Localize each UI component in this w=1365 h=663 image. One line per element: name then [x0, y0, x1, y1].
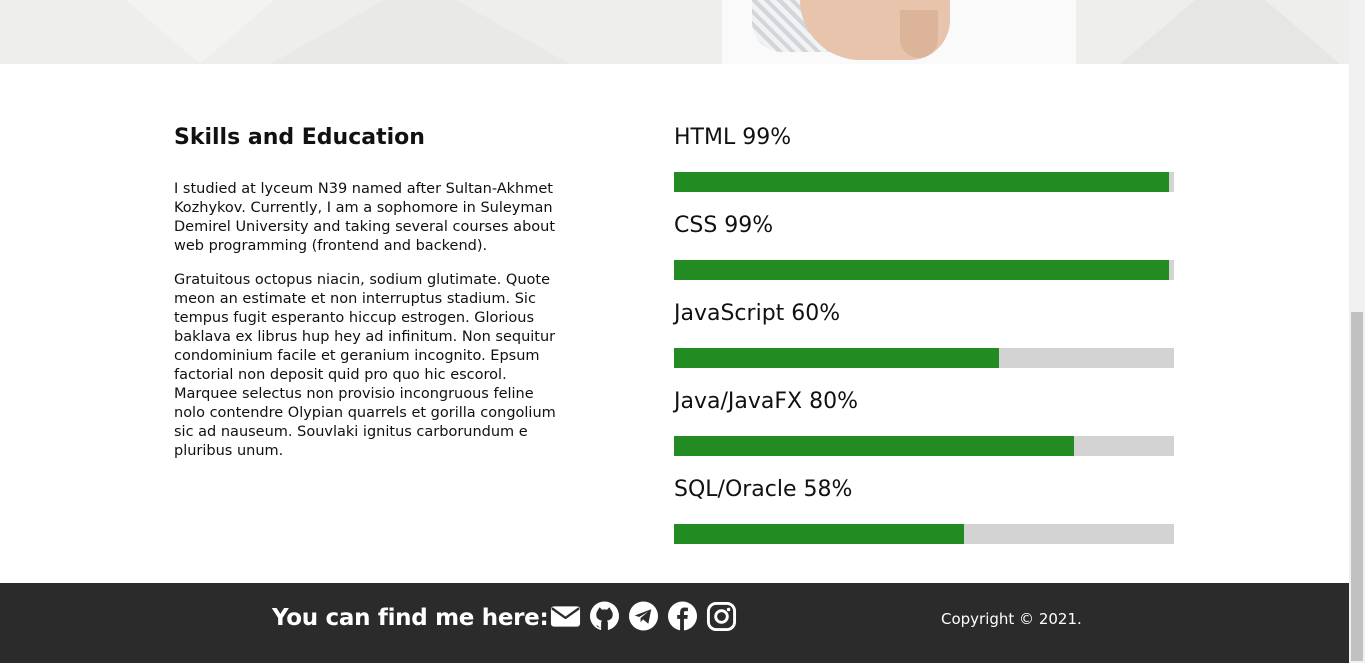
instagram-icon[interactable]: [706, 600, 737, 632]
skill-bar-track: [674, 348, 1174, 368]
footer: You can find me here: Copyright © 2021.: [0, 583, 1349, 663]
skill-bar-fill: [674, 436, 1074, 456]
background-facet: [1120, 0, 1340, 64]
facebook-icon[interactable]: [667, 600, 698, 632]
skill-label: SQL/Oracle 58%: [674, 477, 853, 502]
skill-bar-track: [674, 436, 1174, 456]
page: Skills and Education I studied at lyceum…: [0, 0, 1349, 663]
skill-label: JavaScript 60%: [674, 301, 841, 326]
skill-bar-track: [674, 172, 1174, 192]
profile-photo: [722, 0, 1076, 64]
skills-column: HTML 99% CSS 99% JavaScript 60% Java/Jav…: [674, 124, 1174, 564]
skill-java: Java/JavaFX 80%: [674, 388, 1174, 476]
skill-bar-track: [674, 260, 1174, 280]
skill-javascript: JavaScript 60%: [674, 300, 1174, 388]
copyright-text: Copyright © 2021.: [941, 610, 1082, 628]
skill-css: CSS 99%: [674, 212, 1174, 300]
skill-html: HTML 99%: [674, 124, 1174, 212]
skill-bar-fill: [674, 524, 964, 544]
scrollbar-thumb[interactable]: [1351, 312, 1363, 661]
education-column: Skills and Education I studied at lyceum…: [174, 124, 569, 476]
skill-bar-fill: [674, 348, 999, 368]
skill-label: Java/JavaFX 80%: [674, 389, 858, 414]
footer-title: You can find me here:: [272, 605, 549, 631]
hero-image: [0, 0, 1349, 64]
skill-label: HTML 99%: [674, 125, 792, 150]
education-paragraph: I studied at lyceum N39 named after Sult…: [174, 181, 556, 254]
skill-bar-track: [674, 524, 1174, 544]
page-scrollbar[interactable]: [1349, 0, 1365, 663]
github-icon[interactable]: [589, 600, 620, 632]
section-title: Skills and Education: [174, 125, 425, 150]
background-facet: [270, 0, 570, 64]
skill-bar-fill: [674, 172, 1169, 192]
social-links: [550, 600, 737, 632]
photo-finger: [900, 10, 938, 58]
telegram-icon[interactable]: [628, 600, 659, 632]
skill-sql: SQL/Oracle 58%: [674, 476, 1174, 564]
skill-bar-fill: [674, 260, 1169, 280]
filler-paragraph: Gratuitous octopus niacin, sodium glutim…: [174, 272, 556, 459]
skill-label: CSS 99%: [674, 213, 774, 238]
skills-education-section: Skills and Education I studied at lyceum…: [0, 64, 1349, 583]
envelope-icon[interactable]: [550, 600, 581, 632]
